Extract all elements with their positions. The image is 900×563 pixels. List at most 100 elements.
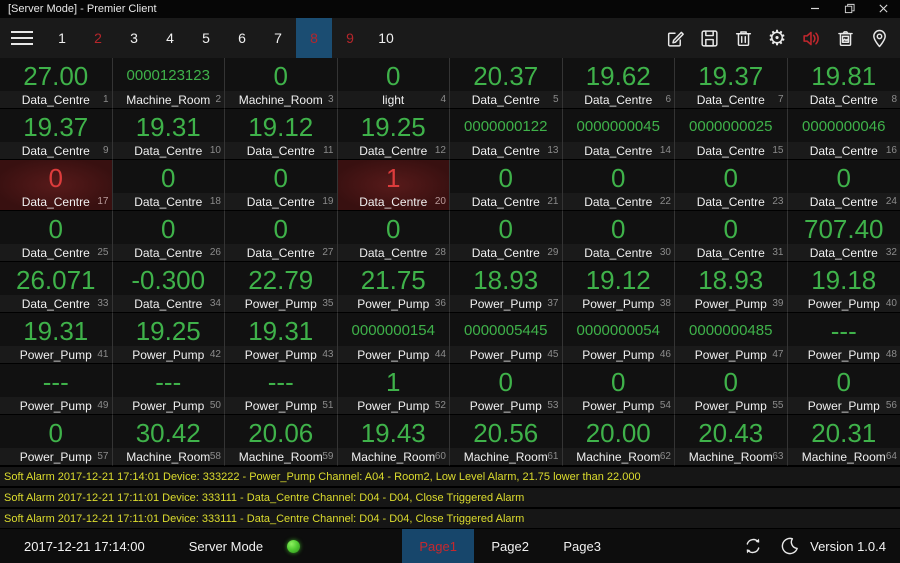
sensor-tile-48[interactable]: --- Power_Pump 48 [787, 313, 900, 364]
image-delete-button[interactable] [828, 18, 862, 58]
sensor-tile-28[interactable]: 0 Data_Centre 28 [337, 211, 450, 262]
sensor-tile-61[interactable]: 20.56 Machine_Room 61 [450, 415, 563, 466]
sensor-tile-63[interactable]: 20.43 Machine_Room 63 [675, 415, 788, 466]
sensor-tile-62[interactable]: 20.00 Machine_Room 62 [562, 415, 675, 466]
alarm-message[interactable]: Soft Alarm 2017-12-21 17:14:01 Device: 3… [0, 467, 900, 486]
sensor-tile-58[interactable]: 30.42 Machine_Room 58 [112, 415, 225, 466]
close-button[interactable] [866, 0, 900, 18]
sensor-tile-46[interactable]: 0000000054 Power_Pump 46 [562, 313, 675, 364]
screen-tab-5[interactable]: 5 [188, 18, 224, 58]
sensor-tile-41[interactable]: 19.31 Power_Pump 41 [0, 313, 113, 364]
settings-button[interactable]: ⚙ [760, 18, 794, 58]
sensor-tile-4[interactable]: 0 light 4 [337, 58, 450, 109]
sensor-tile-19[interactable]: 0 Data_Centre 19 [225, 160, 338, 211]
page-tab-page3[interactable]: Page3 [546, 529, 618, 563]
sensor-tile-15[interactable]: 0000000025 Data_Centre 15 [675, 109, 788, 160]
sensor-tile-44[interactable]: 0000000154 Power_Pump 44 [337, 313, 450, 364]
menu-button[interactable] [0, 18, 44, 58]
sensor-tile-21[interactable]: 0 Data_Centre 21 [450, 160, 563, 211]
sensor-tile-6[interactable]: 19.62 Data_Centre 6 [562, 58, 675, 109]
sensor-tile-52[interactable]: 1 Power_Pump 52 [337, 364, 450, 415]
page-tab-page1[interactable]: Page1 [402, 529, 475, 563]
sensor-tile-32[interactable]: 707.40 Data_Centre 32 [787, 211, 900, 262]
sensor-tile-26[interactable]: 0 Data_Centre 26 [112, 211, 225, 262]
screen-tab-6[interactable]: 6 [224, 18, 260, 58]
sensor-tile-34[interactable]: -0.300 Data_Centre 34 [112, 262, 225, 313]
sensor-tile-33[interactable]: 26.071 Data_Centre 33 [0, 262, 113, 313]
restore-button[interactable] [832, 0, 866, 18]
sensor-tile-51[interactable]: --- Power_Pump 51 [225, 364, 338, 415]
sensor-tile-1[interactable]: 27.00 Data_Centre 1 [0, 58, 113, 109]
screen-tab-1[interactable]: 1 [44, 18, 80, 58]
sensor-tile-24[interactable]: 0 Data_Centre 24 [787, 160, 900, 211]
screen-tab-4[interactable]: 4 [152, 18, 188, 58]
screen-tab-2[interactable]: 2 [80, 18, 116, 58]
sensor-tile-2[interactable]: 0000123123 Machine_Room 2 [112, 58, 225, 109]
sensor-tile-54[interactable]: 0 Power_Pump 54 [562, 364, 675, 415]
screen-tab-3[interactable]: 3 [116, 18, 152, 58]
sensor-tile-8[interactable]: 19.81 Data_Centre 8 [787, 58, 900, 109]
tile-index: 52 [434, 400, 446, 411]
sensor-tile-59[interactable]: 20.06 Machine_Room 59 [225, 415, 338, 466]
sensor-tile-37[interactable]: 18.93 Power_Pump 37 [450, 262, 563, 313]
sensor-tile-50[interactable]: --- Power_Pump 50 [112, 364, 225, 415]
sensor-tile-55[interactable]: 0 Power_Pump 55 [675, 364, 788, 415]
sensor-tile-40[interactable]: 19.18 Power_Pump 40 [787, 262, 900, 313]
edit-button[interactable] [658, 18, 692, 58]
sensor-tile-47[interactable]: 0000000485 Power_Pump 47 [675, 313, 788, 364]
sensor-tile-22[interactable]: 0 Data_Centre 22 [562, 160, 675, 211]
tile-label: Data_Centre [809, 143, 878, 158]
save-button[interactable] [692, 18, 726, 58]
location-button[interactable] [862, 18, 896, 58]
sensor-tile-42[interactable]: 19.25 Power_Pump 42 [112, 313, 225, 364]
tile-index: 17 [97, 196, 109, 207]
screen-tab-7[interactable]: 7 [260, 18, 296, 58]
screen-tab-10[interactable]: 10 [368, 18, 404, 58]
sensor-tile-39[interactable]: 18.93 Power_Pump 39 [675, 262, 788, 313]
sensor-tile-11[interactable]: 19.12 Data_Centre 11 [225, 109, 338, 160]
page-tab-page2[interactable]: Page2 [474, 529, 546, 563]
sensor-tile-27[interactable]: 0 Data_Centre 27 [225, 211, 338, 262]
sensor-tile-25[interactable]: 0 Data_Centre 25 [0, 211, 113, 262]
sensor-tile-60[interactable]: 19.43 Machine_Room 60 [337, 415, 450, 466]
sensor-tile-53[interactable]: 0 Power_Pump 53 [450, 364, 563, 415]
sensor-tile-9[interactable]: 19.37 Data_Centre 9 [0, 109, 113, 160]
sensor-tile-16[interactable]: 0000000046 Data_Centre 16 [787, 109, 900, 160]
sensor-tile-29[interactable]: 0 Data_Centre 29 [450, 211, 563, 262]
screen-tab-8[interactable]: 8 [296, 18, 332, 58]
sensor-tile-49[interactable]: --- Power_Pump 49 [0, 364, 113, 415]
minimize-button[interactable] [798, 0, 832, 18]
tile-value: 26.071 [15, 264, 96, 295]
close-icon [878, 3, 889, 16]
sensor-tile-18[interactable]: 0 Data_Centre 18 [112, 160, 225, 211]
sensor-tile-12[interactable]: 19.25 Data_Centre 12 [337, 109, 450, 160]
sensor-tile-14[interactable]: 0000000045 Data_Centre 14 [562, 109, 675, 160]
sensor-tile-10[interactable]: 19.31 Data_Centre 10 [112, 109, 225, 160]
sensor-tile-64[interactable]: 20.31 Machine_Room 64 [787, 415, 900, 466]
sensor-tile-38[interactable]: 19.12 Power_Pump 38 [562, 262, 675, 313]
screen-tab-9[interactable]: 9 [332, 18, 368, 58]
tile-label: Power_Pump [132, 347, 205, 362]
sensor-tile-30[interactable]: 0 Data_Centre 30 [562, 211, 675, 262]
sensor-tile-23[interactable]: 0 Data_Centre 23 [675, 160, 788, 211]
night-mode-button[interactable] [771, 536, 808, 556]
sensor-tile-3[interactable]: 0 Machine_Room 3 [225, 58, 338, 109]
sensor-tile-43[interactable]: 19.31 Power_Pump 43 [225, 313, 338, 364]
sensor-tile-17[interactable]: 0 Data_Centre 17 [0, 160, 113, 211]
sync-button[interactable] [734, 536, 771, 556]
sensor-tile-7[interactable]: 19.37 Data_Centre 7 [675, 58, 788, 109]
sensor-tile-5[interactable]: 20.37 Data_Centre 5 [450, 58, 563, 109]
sensor-tile-31[interactable]: 0 Data_Centre 31 [675, 211, 788, 262]
tile-value: 0 [723, 366, 738, 397]
sensor-tile-35[interactable]: 22.79 Power_Pump 35 [225, 262, 338, 313]
sound-button[interactable] [794, 18, 828, 58]
delete-button[interactable] [726, 18, 760, 58]
sensor-tile-20[interactable]: 1 Data_Centre 20 [337, 160, 450, 211]
sensor-tile-36[interactable]: 21.75 Power_Pump 36 [337, 262, 450, 313]
alarm-message[interactable]: Soft Alarm 2017-12-21 17:11:01 Device: 3… [0, 488, 900, 507]
sensor-tile-56[interactable]: 0 Power_Pump 56 [787, 364, 900, 415]
sensor-tile-45[interactable]: 0000005445 Power_Pump 45 [450, 313, 563, 364]
sensor-tile-13[interactable]: 0000000122 Data_Centre 13 [450, 109, 563, 160]
sensor-tile-57[interactable]: 0 Power_Pump 57 [0, 415, 113, 466]
alarm-message[interactable]: Soft Alarm 2017-12-21 17:11:01 Device: 3… [0, 509, 900, 528]
